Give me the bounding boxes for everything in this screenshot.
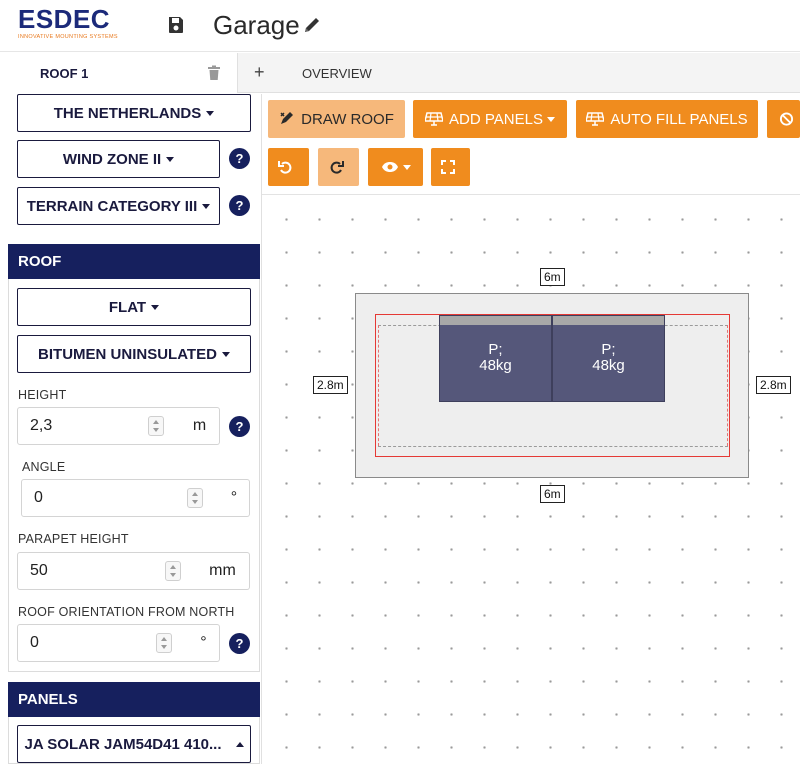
drawing-canvas[interactable] <box>262 195 800 764</box>
parapet-height-spinner[interactable] <box>165 561 181 581</box>
esdec-logo[interactable]: ESDEC INNOVATIVE MOUNTING SYSTEMS <box>18 6 128 46</box>
draw-tools-icon <box>280 112 294 124</box>
pencil-icon[interactable] <box>302 15 322 35</box>
add-panels-label: ADD PANELS <box>449 110 543 128</box>
caret-down-icon <box>546 116 555 122</box>
panel-label: P; 48kg <box>479 341 512 374</box>
country-select[interactable]: THE NETHERLANDS <box>17 94 251 132</box>
auto-fill-panels-button[interactable]: AUTO FILL PANELS <box>576 100 758 138</box>
logo-tagline: INNOVATIVE MOUNTING SYSTEMS <box>18 34 118 40</box>
edge-zone-line-left <box>378 325 379 446</box>
tab-roof-1[interactable]: ROOF 1 <box>0 53 238 93</box>
orientation-help-icon[interactable]: ? <box>229 633 250 654</box>
panels-section-header: PANELS <box>8 682 260 717</box>
orientation-unit: ° <box>188 624 220 662</box>
panel-top-edge <box>440 316 551 325</box>
fullscreen-button[interactable] <box>431 148 470 186</box>
height-label: HEIGHT <box>18 388 67 402</box>
fullscreen-icon <box>440 160 455 174</box>
ban-icon <box>779 112 794 126</box>
trash-icon[interactable] <box>207 65 221 81</box>
wind-zone-select-label: WIND ZONE II <box>62 150 162 168</box>
add-roof-tab-button[interactable]: + <box>254 62 265 82</box>
wind-zone-select[interactable]: WIND ZONE II <box>17 140 220 178</box>
redo-icon <box>330 161 344 174</box>
angle-label: ANGLE <box>22 460 66 474</box>
dimension-right: 2.8m <box>756 376 791 394</box>
logo-text: ESDEC <box>18 4 111 34</box>
orientation-spinner[interactable] <box>156 633 172 653</box>
solar-panel[interactable]: P; 48kg <box>439 315 552 402</box>
roof-type-select[interactable]: FLAT <box>17 288 251 326</box>
terrain-category-select[interactable]: TERRAIN CATEGORY III <box>17 187 220 225</box>
terrain-category-select-label: TERRAIN CATEGORY III <box>26 197 198 215</box>
caret-down-icon <box>151 304 160 310</box>
height-help-icon[interactable]: ? <box>229 416 250 437</box>
roof-covering-select-label: BITUMEN UNINSULATED <box>38 345 217 363</box>
caret-down-icon <box>206 110 215 116</box>
orientation-label: ROOF ORIENTATION FROM NORTH <box>18 605 235 619</box>
height-spinner[interactable] <box>148 416 164 436</box>
auto-fill-panels-label: AUTO FILL PANELS <box>610 110 748 128</box>
solar-panel-icon <box>425 112 444 126</box>
roof-section-header: ROOF <box>8 244 260 279</box>
caret-down-icon <box>221 351 230 357</box>
visibility-button[interactable] <box>368 148 423 186</box>
panel-model-select-label: JA SOLAR JAM54D41 410... <box>24 735 222 753</box>
panel-label: P; 48kg <box>592 341 625 374</box>
solar-panel[interactable]: P; 48kg <box>552 315 665 402</box>
sidebar: THE NETHERLANDS WIND ZONE II ? TERRAIN C… <box>0 94 262 764</box>
parapet-height-label: PARAPET HEIGHT <box>18 532 129 546</box>
panel-model-select[interactable]: JA SOLAR JAM54D41 410... <box>17 725 251 763</box>
dimension-top: 6m <box>540 268 565 286</box>
angle-spinner[interactable] <box>187 488 203 508</box>
project-title: Garage <box>213 10 300 40</box>
redo-button[interactable] <box>318 148 359 186</box>
terrain-category-help-icon[interactable]: ? <box>229 195 250 216</box>
tab-overview[interactable]: OVERVIEW <box>302 66 372 81</box>
caret-up-icon <box>235 741 244 747</box>
draw-roof-button[interactable]: DRAW ROOF <box>268 100 405 138</box>
angle-unit: ° <box>219 479 250 517</box>
clear-button[interactable] <box>767 100 800 138</box>
caret-down-icon <box>166 156 175 162</box>
dimension-bottom: 6m <box>540 485 565 503</box>
roof-tabs: ROOF 1 + OVERVIEW <box>0 53 800 93</box>
add-panels-button[interactable]: ADD PANELS <box>413 100 567 138</box>
undo-icon <box>277 161 291 174</box>
tab-roof-1-label: ROOF 1 <box>40 66 89 81</box>
panel-top-edge <box>553 316 664 325</box>
country-select-label: THE NETHERLANDS <box>53 104 202 122</box>
eye-icon <box>381 162 398 172</box>
solar-panel-icon <box>586 112 605 126</box>
draw-roof-label: DRAW ROOF <box>301 110 394 128</box>
roof-covering-select[interactable]: BITUMEN UNINSULATED <box>17 335 251 373</box>
dimension-left: 2.8m <box>313 376 348 394</box>
roof-type-select-label: FLAT <box>108 298 147 316</box>
save-icon[interactable] <box>166 15 186 35</box>
height-unit: m <box>180 407 220 445</box>
app-header: ESDEC INNOVATIVE MOUNTING SYSTEMS Garage <box>0 0 800 52</box>
undo-button[interactable] <box>268 148 309 186</box>
caret-down-icon <box>402 164 411 170</box>
parapet-height-unit: mm <box>196 552 250 590</box>
wind-zone-help-icon[interactable]: ? <box>229 148 250 169</box>
edge-zone-line-right <box>727 325 728 446</box>
edge-zone-line-bottom <box>378 446 728 447</box>
caret-down-icon <box>202 203 211 209</box>
